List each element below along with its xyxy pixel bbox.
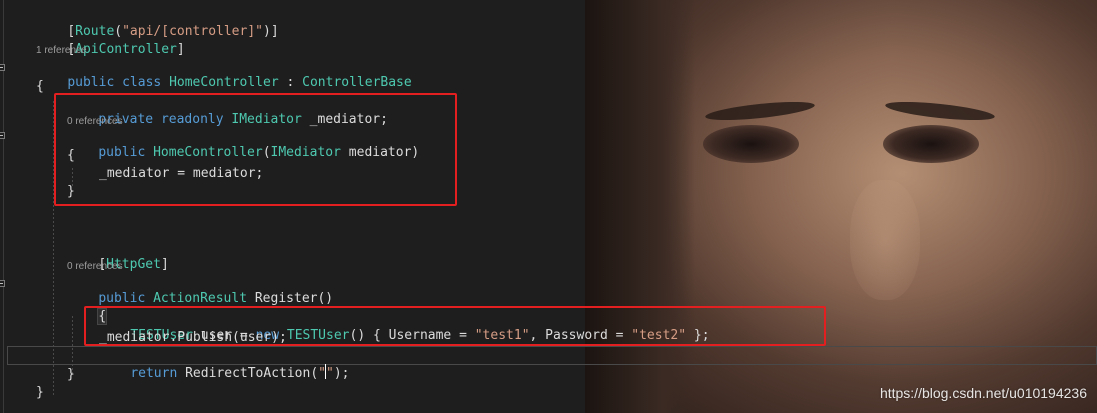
gutter-outline-line: [3, 0, 4, 413]
nose-highlight: [850, 180, 920, 300]
fold-collapse-icon[interactable]: [0, 280, 5, 287]
right-brow: [884, 98, 996, 124]
class-open-brace[interactable]: {: [36, 79, 44, 95]
method-close-brace[interactable]: }: [67, 367, 75, 383]
class-close-brace[interactable]: }: [36, 385, 44, 401]
method-reference-count[interactable]: 0 references: [67, 261, 123, 273]
code-editor[interactable]: https://blog.csdn.net/u010194236 [Route(…: [0, 0, 1097, 413]
annotation-box-user-creation: [84, 306, 826, 346]
fold-collapse-icon[interactable]: [0, 132, 5, 139]
right-eye: [883, 125, 979, 163]
watermark-text: https://blog.csdn.net/u010194236: [879, 385, 1087, 401]
annotation-box-constructor: [54, 93, 457, 206]
return-line[interactable]: return RedirectToAction("");: [99, 348, 349, 398]
left-eye: [703, 125, 799, 163]
fold-collapse-icon[interactable]: [0, 64, 5, 71]
left-brow: [704, 98, 816, 124]
class-reference-count[interactable]: 1 reference: [36, 45, 87, 57]
